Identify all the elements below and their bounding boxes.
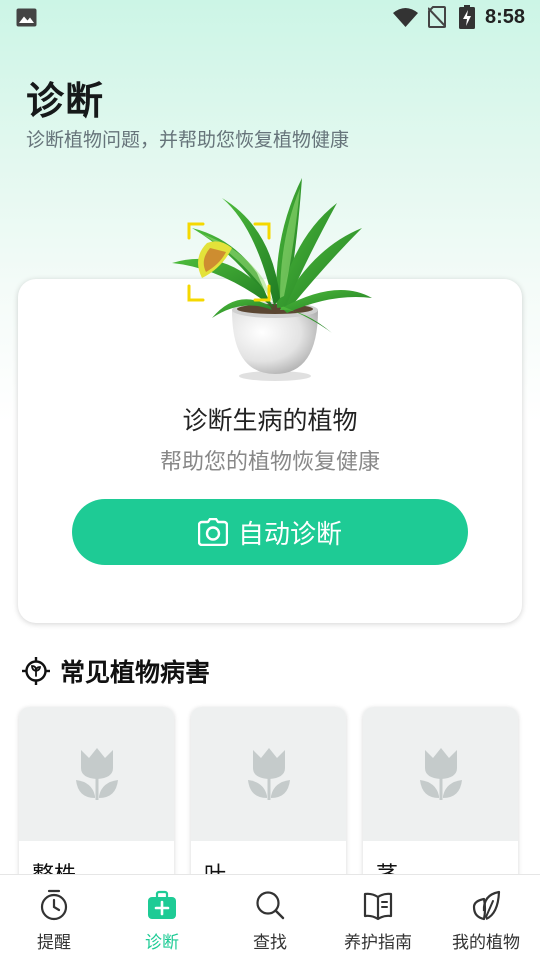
camera-icon [197,518,228,546]
no-sim-icon [428,6,446,28]
status-bar: 8:58 [0,0,540,36]
first-aid-kit-icon [148,890,176,919]
tab-care-guide[interactable]: 养护指南 [324,875,432,960]
tulip-placeholder-icon [247,748,290,800]
potted-plant-illustration [172,178,372,381]
tab-diagnose[interactable]: 诊断 [108,875,216,960]
tab-search[interactable]: 查找 [216,875,324,960]
tab-label: 提醒 [37,933,71,953]
tulip-placeholder-icon [419,748,462,800]
page-title: 诊断 [26,79,105,123]
leaf-icon [472,890,501,921]
status-time: 8:58 [485,6,526,28]
tab-label: 查找 [253,933,287,953]
diagnose-card-subtitle: 帮助您的植物恢复健康 [159,450,380,475]
tab-label: 诊断 [145,933,179,953]
tab-label: 我的植物 [452,933,520,953]
page-subtitle: 诊断植物问题，并帮助您恢复植物健康 [26,129,350,151]
alarm-clock-icon [40,889,68,921]
common-diseases-header: 常见植物病害 [22,654,210,688]
bottom-tab-bar: 提醒 诊断 查找 养护指南 我的植物 [0,874,540,960]
disease-thumbnail [19,707,174,841]
tulip-placeholder-icon [75,748,118,800]
target-plant-icon [22,657,50,685]
tab-reminders[interactable]: 提醒 [0,875,108,960]
battery-charging-icon [459,5,475,29]
disease-thumbnail [191,707,346,841]
tab-my-plants[interactable]: 我的植物 [432,875,540,960]
gallery-icon [16,8,37,27]
common-diseases-title: 常见植物病害 [60,658,211,687]
wifi-icon [393,8,418,27]
auto-diagnose-button[interactable]: 自动诊断 [72,499,468,565]
book-icon [363,892,393,921]
disease-thumbnail [363,707,518,841]
auto-diagnose-label: 自动诊断 [237,519,342,550]
search-icon [256,891,285,920]
tab-label: 养护指南 [344,933,412,953]
diagnose-card-title: 诊断生病的植物 [182,406,358,435]
